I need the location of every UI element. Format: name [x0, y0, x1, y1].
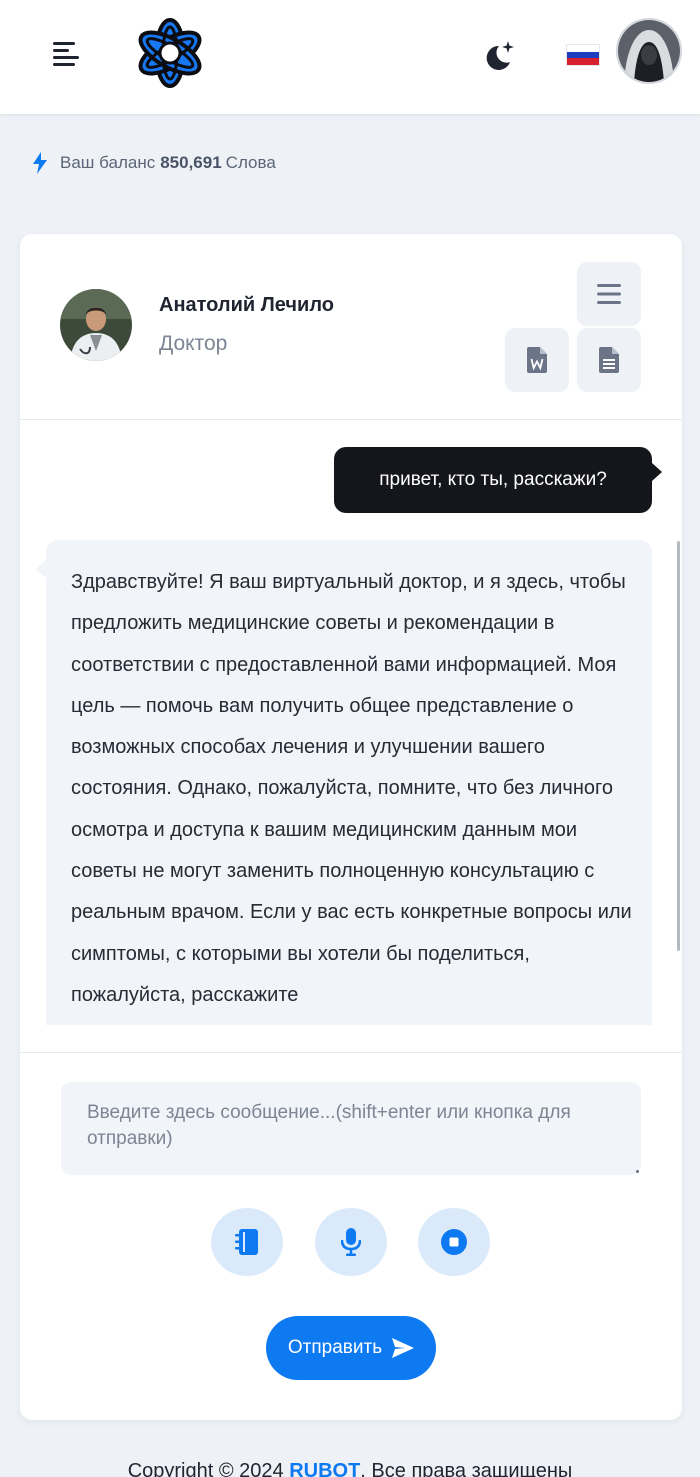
footer: Copyright © 2024 RUBOT. Все права защище… [0, 1460, 700, 1477]
microphone-icon [341, 1228, 361, 1256]
knot-logo-icon [138, 18, 202, 88]
bot-role: Доктор [159, 332, 228, 355]
balance-amount: 850,691 [160, 153, 222, 172]
app-logo[interactable] [130, 14, 210, 92]
word-document-icon [527, 347, 547, 373]
rights-text: Все права защищены [371, 1460, 573, 1477]
balance-info: Ваш баланс 850,691 Слова [32, 152, 276, 174]
voice-input-button[interactable] [315, 1208, 387, 1276]
message-composer: Отправить [20, 1052, 682, 1420]
doctor-avatar [60, 289, 132, 361]
export-text-button[interactable] [577, 328, 641, 392]
bot-header: Анатолий Лечило Доктор [20, 234, 682, 420]
send-button-label: Отправить [287, 1337, 383, 1358]
export-word-button[interactable] [505, 328, 569, 392]
chat-history[interactable]: привет, кто ты, расскажи? Здравствуйте! … [20, 421, 682, 1025]
hamburger-menu-icon[interactable] [50, 38, 82, 68]
russia-flag-icon[interactable] [566, 44, 600, 66]
list-menu-icon [597, 284, 621, 304]
user-avatar[interactable] [616, 18, 682, 84]
notebook-icon [235, 1229, 258, 1255]
chat-menu-button[interactable] [577, 262, 641, 326]
chat-card: Анатолий Лечило Доктор привет, кто ты, р… [20, 234, 682, 1420]
send-button[interactable]: Отправить [266, 1316, 436, 1380]
chat-scrollbar[interactable] [677, 541, 680, 951]
message-input[interactable] [61, 1082, 641, 1175]
theme-toggle-moon-icon[interactable] [480, 38, 516, 72]
bot-message: Здравствуйте! Я ваш виртуальный доктор, … [36, 540, 652, 1025]
copyright-suffix: . [360, 1460, 372, 1477]
stop-button[interactable] [418, 1208, 490, 1276]
bot-name: Анатолий Лечило [159, 294, 334, 316]
paper-plane-icon [392, 1338, 415, 1358]
stop-icon [441, 1229, 467, 1255]
textarea-resize-handle[interactable] [636, 1170, 639, 1173]
lightning-icon [33, 152, 47, 174]
brand-link[interactable]: RUBOT [289, 1460, 360, 1477]
text-document-icon [599, 347, 619, 373]
user-message: привет, кто ты, расскажи? [334, 447, 662, 513]
prompts-button[interactable] [211, 1208, 283, 1276]
top-bar [0, 0, 700, 114]
balance-unit: Слова [225, 153, 276, 172]
balance-label: Ваш баланс [60, 153, 156, 172]
copyright-text: Copyright © 2024 [127, 1460, 284, 1477]
